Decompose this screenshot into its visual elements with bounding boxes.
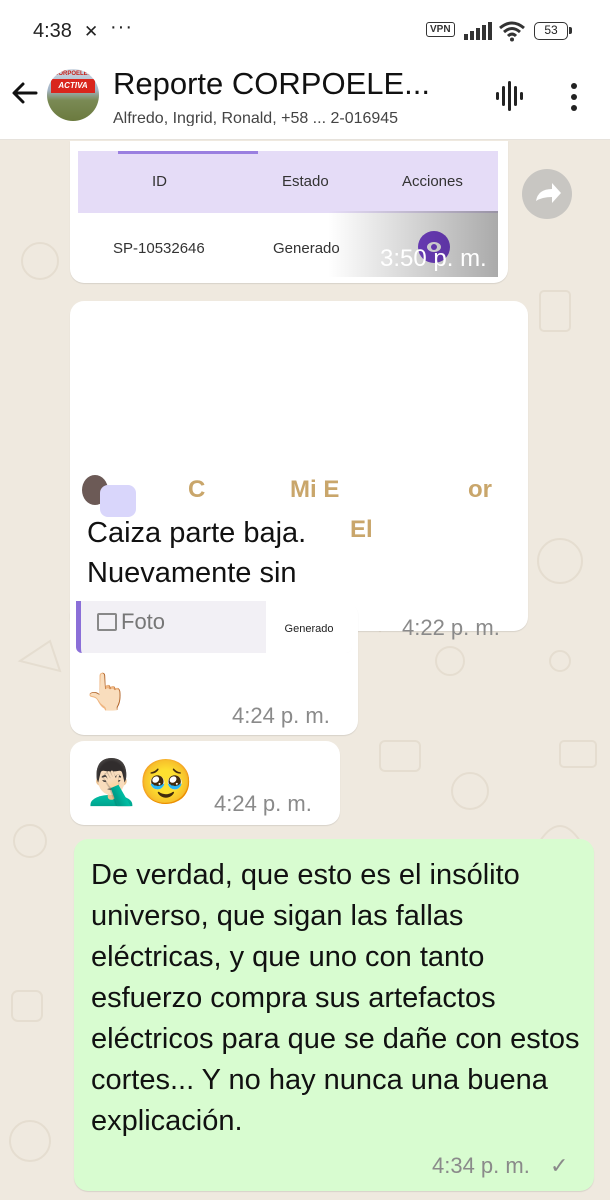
avatar-band-text: ACTIVA [51,79,95,93]
quoted-label: Foto [121,609,166,634]
reply-message[interactable]: Foto Generado 👆🏻 4:24 p. m. [70,601,358,735]
more-notifications-icon: ··· [110,16,133,38]
redacted-fragment: Mi E [290,476,340,503]
pointing-up-emoji: 👆🏻 [84,671,129,712]
chat-title[interactable]: Reporte CORPOELE... [113,66,463,102]
forward-button[interactable] [522,169,572,219]
column-header-id: ID [152,173,167,190]
emoji-content: 🤦🏻‍♂️🥹 [84,758,194,807]
column-header-acciones: Acciones [402,173,463,190]
message-time: 4:24 p. m. [232,703,330,728]
redacted-fragment: El [350,516,373,543]
chat-participants[interactable]: Alfredo, Ingrid, Ronald, +58 ... 2-01694… [113,110,458,126]
table-header: ID Estado Acciones [78,151,498,213]
message-line: Caiza parte baja. [87,517,307,549]
forward-icon [536,183,561,203]
wifi-icon [499,21,525,42]
clock: 4:38 [33,20,72,42]
message-time: 4:24 p. m. [214,791,312,816]
text-message-incoming[interactable]: C Mi E or El Caiza parte baja. Nuevament… [70,301,528,640]
quoted-photo[interactable]: Foto Generado [76,601,352,653]
message-time: 3:50 p. m. [380,245,487,272]
message-time: 4:22 p. m. [402,615,500,640]
avatar-logo-text: CORPOELEC [53,71,92,77]
battery-icon: 53 [534,22,572,40]
sent-check-icon: ✓ [550,1153,569,1178]
text-message-outgoing[interactable]: De verdad, que esto es el insólito unive… [74,839,594,1191]
signal-icon [464,22,492,40]
table-cell-id: SP-10532646 [113,240,205,257]
redacted-fragment: C [188,476,206,503]
quoted-thumbnail: Generado [266,601,352,653]
vpn-icon: VPN [426,22,455,37]
message-line: Nuevamente sin [87,557,297,589]
status-bar: 4:38 ✕ ··· VPN 53 [0,0,610,62]
message-text: De verdad, que esto es el insólito unive… [91,859,580,1137]
image-message[interactable]: ID Estado Acciones SP-10532646 Generado … [70,141,508,283]
message-time: 4:34 p. m. [432,1153,530,1178]
back-arrow-icon[interactable] [10,78,40,108]
redacted-fragment: or [468,476,492,503]
emoji-message[interactable]: 🤦🏻‍♂️🥹 4:24 p. m. [70,741,340,825]
group-avatar[interactable]: CORPOELEC ACTIVA [47,69,99,121]
photo-icon [97,613,117,631]
audio-waveform-icon[interactable] [495,80,525,112]
x-notification-icon: ✕ [84,22,99,41]
more-options-icon[interactable] [567,82,581,112]
column-header-estado: Estado [282,173,329,190]
chat-header: CORPOELEC ACTIVA Reporte CORPOELE... Alf… [0,62,610,140]
chat-area[interactable]: ID Estado Acciones SP-10532646 Generado … [0,141,610,1200]
